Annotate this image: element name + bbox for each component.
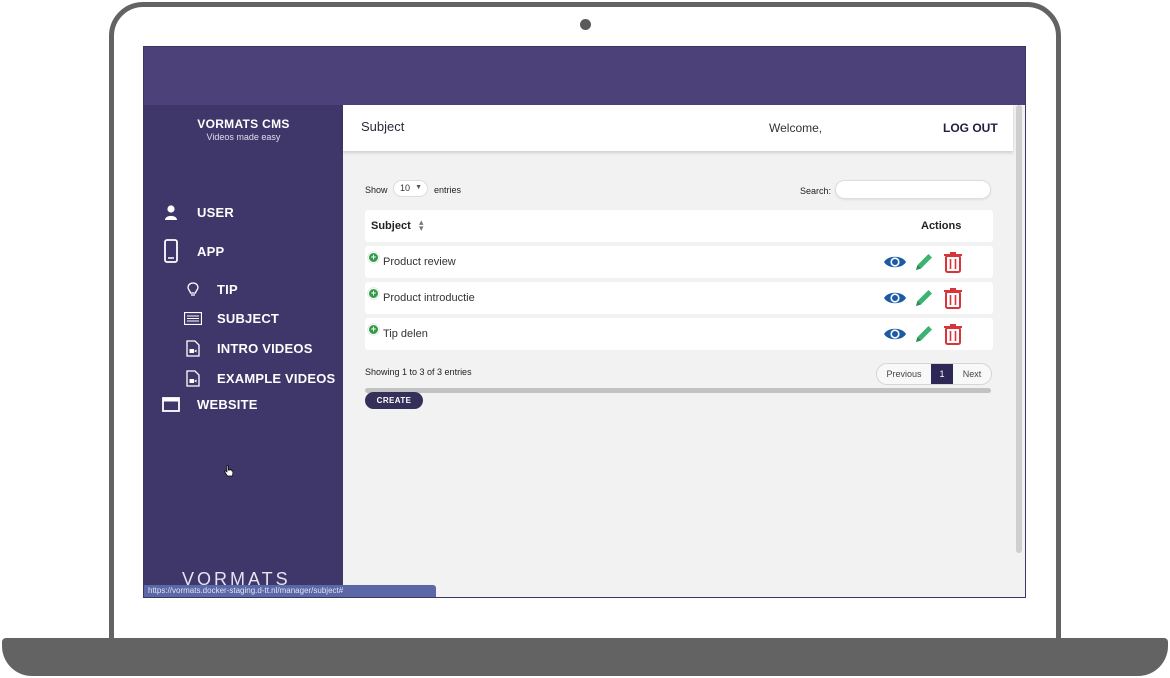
subject-cell: Tip delen [383,328,428,340]
search-label: Search: [800,186,832,196]
sidebar-item-subject[interactable]: SUBJECT [183,311,279,326]
sidebar-item-app[interactable]: APP [161,239,224,263]
list-icon [183,312,203,325]
brand-subtitle: Videos made easy [206,132,281,142]
sidebar-item-label: SUBJECT [217,311,280,326]
page-title: Subject [361,119,405,134]
screen: VORMATS CMS Videos made easy USER APP TI… [143,46,1026,598]
caret-down-icon: ▼ [415,184,422,191]
welcome-text: Welcome, [769,121,823,135]
next-page-button[interactable]: Next [953,364,991,384]
trash-icon[interactable] [943,323,967,345]
table-row: + Product review [365,246,993,278]
status-bar-url: https://vormats.docker-staging.d-tt.nl/m… [144,585,436,597]
sidebar-item-label: TIP [217,282,238,297]
camera-icon [580,19,591,30]
sidebar-item-label: EXAMPLE VIDEOS [217,371,336,386]
sidebar-item-label: USER [197,205,234,220]
video-file-icon [183,340,203,357]
pagination: Previous 1 Next [876,363,992,385]
sidebar-item-tip[interactable]: TIP [183,282,238,297]
pencil-icon[interactable] [913,287,937,309]
table-info: Showing 1 to 3 of 3 entries [365,367,472,377]
table-row: + Tip delen [365,318,993,350]
eye-icon[interactable] [883,323,907,345]
subject-cell: Product review [383,256,456,268]
hand-cursor-icon [224,465,234,483]
eye-icon[interactable] [883,251,907,273]
subject-cell: Product introductie [383,292,475,304]
browser-window-icon [161,397,181,412]
sidebar: VORMATS CMS Videos made easy USER APP TI… [144,105,343,597]
search-input[interactable] [835,180,991,199]
trash-icon[interactable] [943,251,967,273]
expand-row-icon[interactable]: + [368,288,379,299]
sidebar-item-label: INTRO VIDEOS [217,341,313,356]
table-header: Subject ▴ ▾ Actions [365,210,993,242]
laptop-base [2,638,1168,676]
page-length-select[interactable]: 10 ▼ [393,180,428,197]
sidebar-item-example-videos[interactable]: EXAMPLE VIDEOS [183,370,335,387]
logout-button[interactable]: LOG OUT [943,121,998,135]
top-bar [144,47,1025,105]
sidebar-item-user[interactable]: USER [161,205,234,220]
brand-title: VORMATS CMS [197,117,290,131]
phone-icon [161,239,181,263]
pencil-icon[interactable] [913,323,937,345]
sort-icon[interactable]: ▴ ▾ [419,218,424,233]
trash-icon[interactable] [943,287,967,309]
eye-icon[interactable] [883,287,907,309]
user-icon [161,205,181,220]
expand-row-icon[interactable]: + [368,252,379,263]
previous-page-button[interactable]: Previous [877,364,931,384]
sidebar-item-intro-videos[interactable]: INTRO VIDEOS [183,340,313,357]
horizontal-scrollbar[interactable] [365,388,991,393]
page-length-value: 10 [400,183,411,193]
page-1-button[interactable]: 1 [931,364,953,384]
header: Subject Welcome, LOG OUT [343,105,1013,151]
video-file-icon [183,370,203,387]
create-button[interactable]: CREATE [365,392,423,409]
sidebar-item-label: APP [197,243,225,259]
column-header-actions: Actions [921,220,962,232]
table-row: + Product introductie [365,282,993,314]
main-content: Subject Welcome, LOG OUT Show 10 ▼ entri… [343,105,1025,597]
expand-row-icon[interactable]: + [368,324,379,335]
pencil-icon[interactable] [913,251,937,273]
vertical-scrollbar[interactable] [1016,105,1022,553]
sidebar-item-website[interactable]: WEBSITE [161,397,258,412]
entries-label: entries [434,185,462,195]
lightbulb-icon [183,282,203,297]
column-header-subject[interactable]: Subject [371,220,411,232]
sidebar-item-label: WEBSITE [197,397,258,412]
show-label: Show [365,185,388,195]
